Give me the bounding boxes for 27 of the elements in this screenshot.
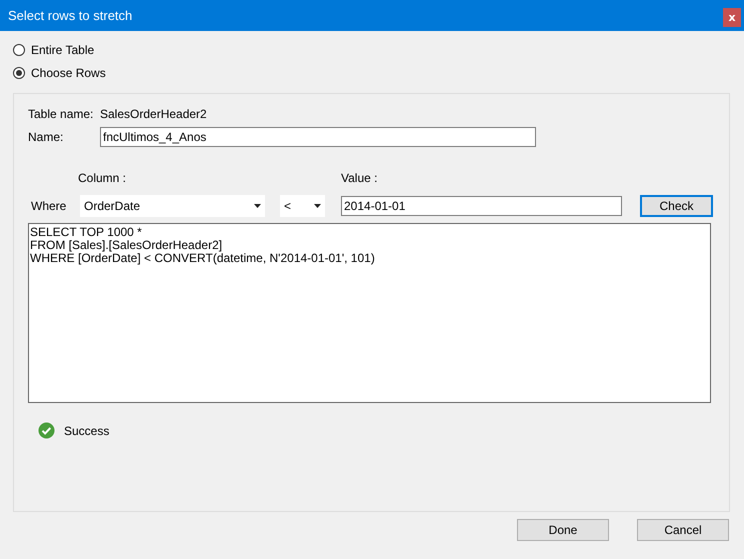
table-name-text: SalesOrderHeader2	[100, 107, 207, 121]
query-text-area[interactable]: SELECT TOP 1000 * FROM [Sales].[SalesOrderHeader2] WHERE [OrderDate] < CONVERT(datetime, N'2014-01-01', 101)	[28, 223, 711, 403]
query-line: SELECT TOP 1000 *	[30, 226, 143, 239]
column-dropdown[interactable]: OrderDate	[80, 195, 265, 217]
status-text: Success	[64, 424, 110, 438]
field-label: Value :	[341, 171, 378, 185]
radio-label[interactable]: Choose Rows	[31, 66, 106, 80]
query-line: WHERE [OrderDate] < CONVERT(datetime, N'2014-01-01', 101)	[30, 252, 376, 265]
radio-button[interactable]	[13, 44, 25, 56]
field-label: Name:	[28, 130, 64, 144]
check-button[interactable]: Check	[640, 195, 713, 217]
check-icon	[38, 422, 55, 439]
value-field[interactable]: 2014-01-01	[341, 196, 622, 216]
field-label: Where	[30, 199, 68, 213]
close-button[interactable]: x	[723, 8, 741, 27]
dropdown-arrow-icon[interactable]	[314, 204, 320, 208]
field-label: Table name:	[28, 107, 94, 121]
dialog-button[interactable]: Done	[517, 519, 609, 541]
radio-button[interactable]	[13, 67, 25, 79]
dialog-button[interactable]: Cancel	[637, 519, 729, 541]
window-title: Select rows to stretch	[8, 8, 132, 23]
operator-dropdown[interactable]: <	[280, 195, 325, 217]
dropdown-arrow-icon[interactable]	[254, 204, 260, 208]
query-line: FROM [Sales].[SalesOrderHeader2]	[30, 239, 224, 252]
field-label: Column :	[78, 171, 128, 185]
name-field[interactable]: fncUltimos_4_Anos	[100, 127, 536, 147]
radio-label[interactable]: Entire Table	[31, 43, 94, 57]
